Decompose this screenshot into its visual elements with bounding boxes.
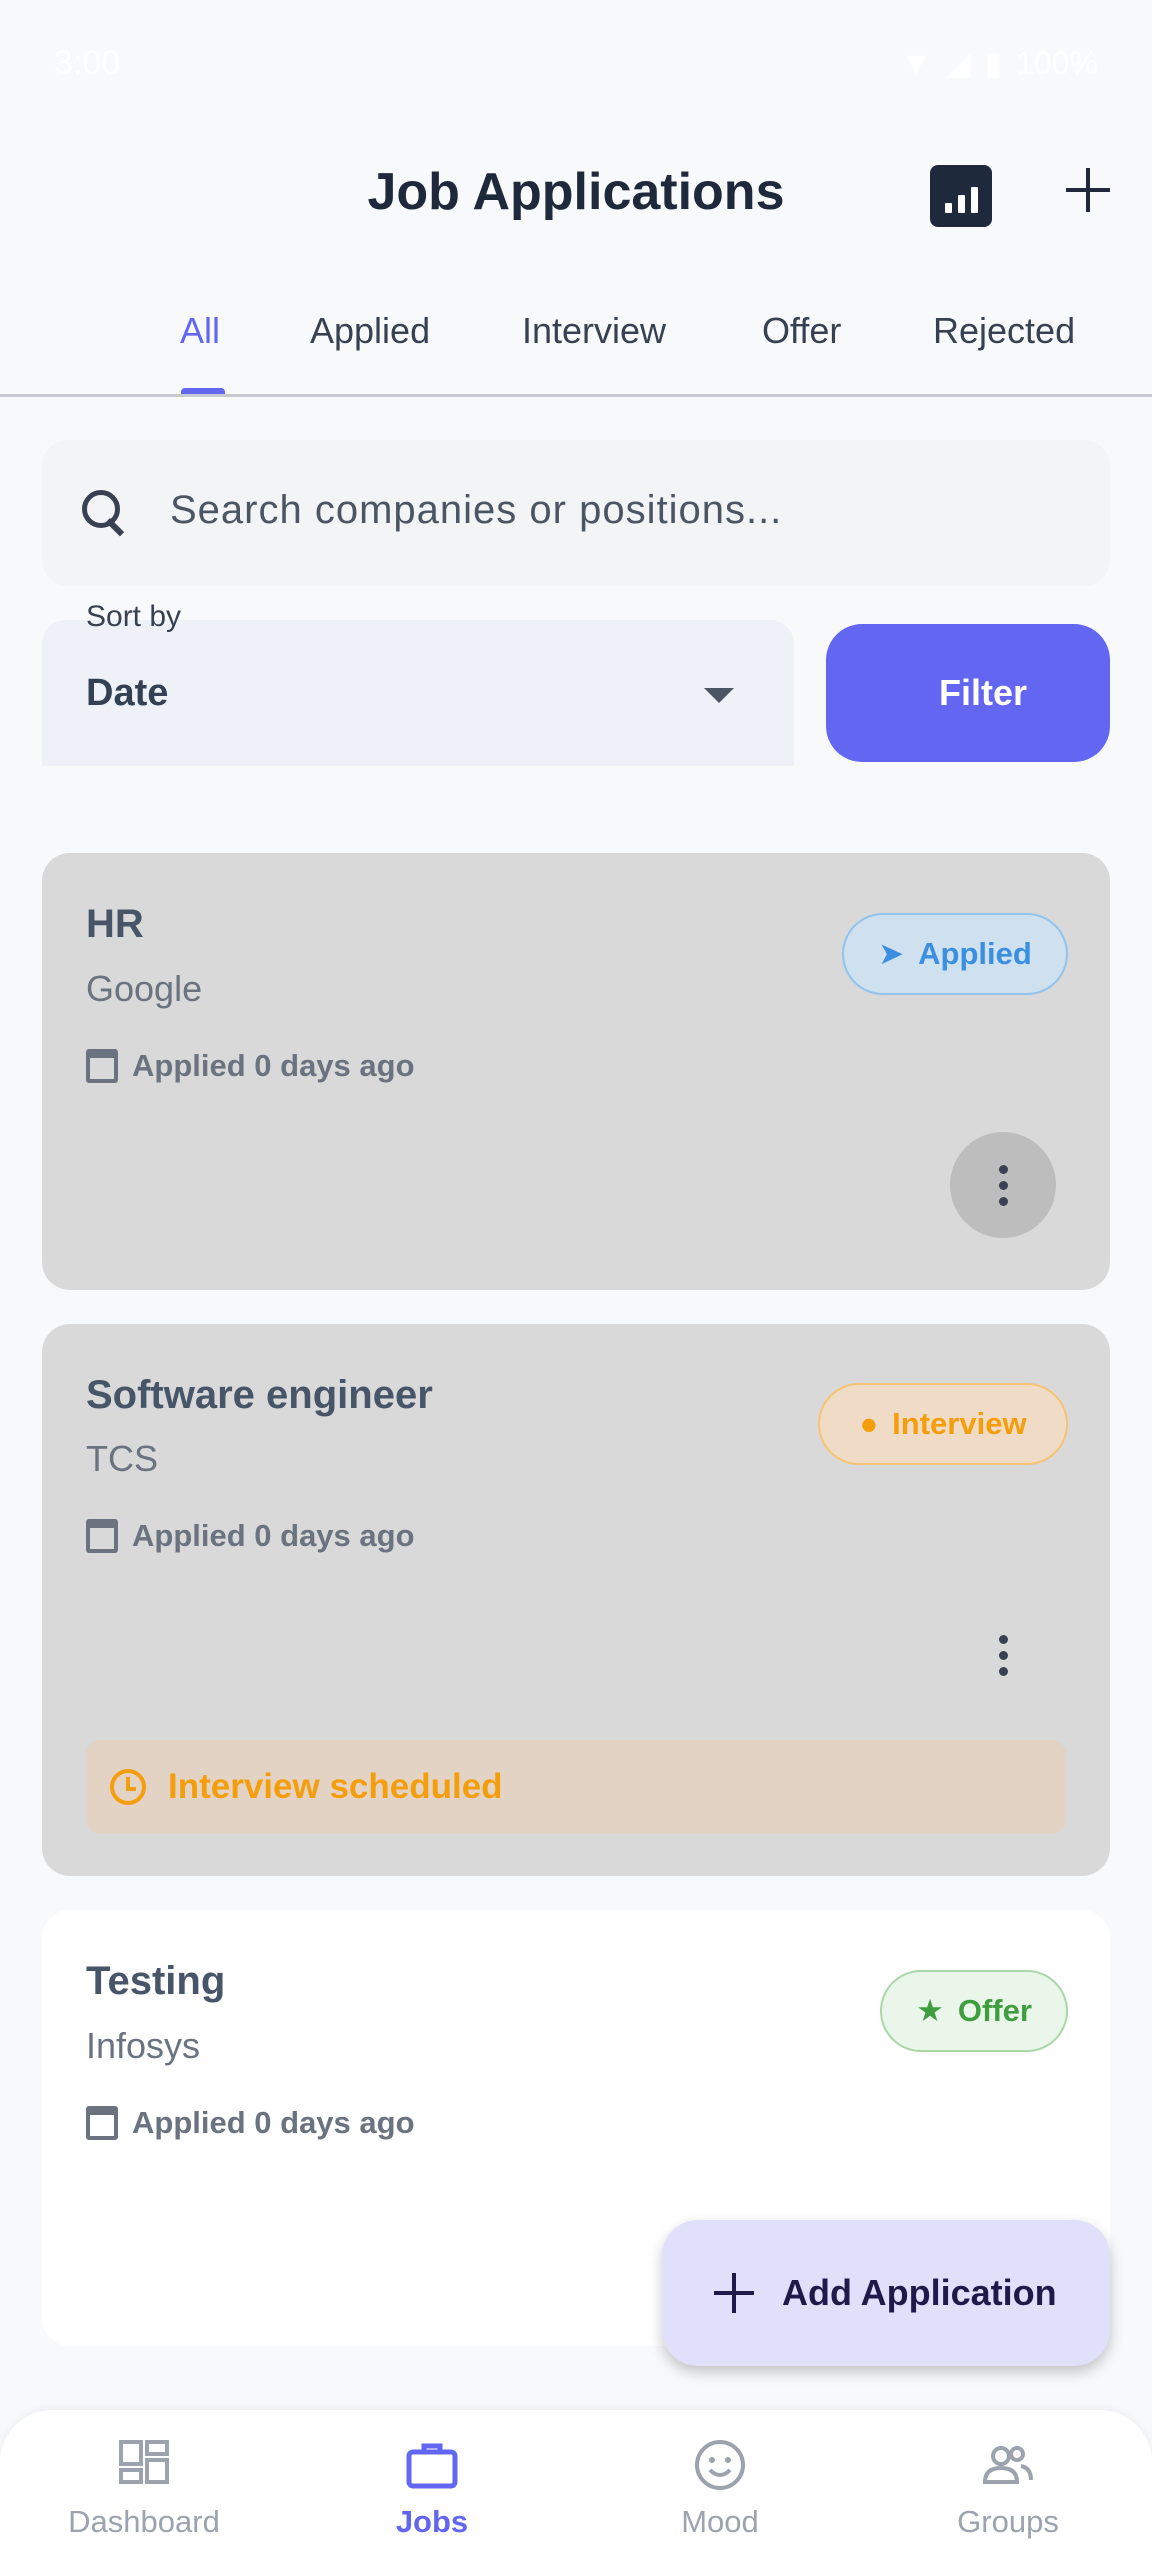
battery-level: 100% xyxy=(1016,44,1098,81)
add-application-label: Add Application xyxy=(782,2272,1057,2313)
card-company: TCS xyxy=(86,1438,158,1479)
sort-label: Sort by xyxy=(86,600,182,633)
calendar-icon xyxy=(86,1519,118,1553)
tab-all[interactable]: All xyxy=(180,310,220,352)
status-badge: ➤ Applied xyxy=(842,913,1068,995)
smiley-icon xyxy=(695,2440,745,2490)
more-options-button[interactable] xyxy=(950,1132,1056,1238)
status-badge: ★ Offer xyxy=(880,1970,1068,2052)
sort-value: Date xyxy=(86,672,169,714)
status-bar: 3:00 ▼ ◢ ▮ 100% xyxy=(0,0,1152,130)
search-placeholder: Search companies or positions... xyxy=(170,488,783,532)
person-icon: ● xyxy=(859,1406,879,1441)
status-text: Offer xyxy=(957,1993,1032,2028)
clock-icon xyxy=(110,1769,146,1805)
calendar-icon xyxy=(86,1049,118,1083)
nav-dashboard[interactable]: Dashboard xyxy=(24,2438,264,2540)
plus-icon xyxy=(714,2273,754,2313)
dashboard-icon xyxy=(119,2440,169,2484)
nav-label: Dashboard xyxy=(68,2504,220,2539)
card-company: Infosys xyxy=(86,2025,201,2066)
briefcase-icon xyxy=(406,2443,458,2489)
people-icon xyxy=(982,2446,1033,2484)
add-application-button[interactable]: Add Application xyxy=(662,2220,1110,2366)
card-title: Software engineer xyxy=(86,1373,433,1417)
status-text: Interview xyxy=(892,1406,1027,1441)
applied-text: Applied 0 days ago xyxy=(132,2105,415,2140)
filter-button[interactable]: Filter xyxy=(826,624,1110,762)
plus-icon[interactable] xyxy=(1058,160,1118,220)
star-icon: ★ xyxy=(916,1993,944,2028)
nav-label: Mood xyxy=(681,2504,759,2539)
nav-label: Jobs xyxy=(395,2504,469,2539)
nav-mood[interactable]: Mood xyxy=(600,2438,840,2540)
nav-jobs[interactable]: Jobs xyxy=(312,2438,552,2540)
status-badge: ● Interview xyxy=(818,1383,1068,1465)
status-tabs: All Applied Interview Offer Rejected xyxy=(0,300,1152,396)
card-title: Testing xyxy=(86,1959,226,2003)
card-applied-date: Applied 0 days ago xyxy=(86,1518,415,1554)
battery-icon: ▮ xyxy=(984,45,1003,81)
interview-scheduled-banner: Interview scheduled xyxy=(86,1740,1066,1834)
card-company: Google xyxy=(86,968,203,1009)
card-applied-date: Applied 0 days ago xyxy=(86,2105,415,2141)
card-title: HR xyxy=(86,902,144,946)
tab-interview[interactable]: Interview xyxy=(522,310,666,352)
nav-groups[interactable]: Groups xyxy=(888,2438,1128,2540)
tabs-divider xyxy=(0,394,1152,397)
more-options-button[interactable] xyxy=(950,1602,1056,1708)
status-time: 3:00 xyxy=(54,44,121,82)
tab-offer[interactable]: Offer xyxy=(762,310,841,352)
calendar-icon xyxy=(86,2106,118,2140)
applied-text: Applied 0 days ago xyxy=(132,1518,415,1553)
search-icon xyxy=(80,488,130,538)
send-icon: ➤ xyxy=(878,936,905,971)
bar-chart-icon[interactable] xyxy=(930,165,992,227)
tab-rejected[interactable]: Rejected xyxy=(933,310,1075,352)
tab-applied[interactable]: Applied xyxy=(310,310,430,352)
signal-icon: ◢ xyxy=(945,45,971,81)
applied-text: Applied 0 days ago xyxy=(132,1048,415,1083)
interview-note: Interview scheduled xyxy=(168,1767,503,1806)
status-icons: ▼ ◢ ▮ 100% xyxy=(900,44,1098,82)
bottom-navigation: Dashboard Jobs Mood Groups xyxy=(0,2410,1152,2560)
wifi-icon: ▼ xyxy=(900,44,932,81)
chevron-down-icon xyxy=(704,688,734,703)
status-text: Applied xyxy=(918,936,1032,971)
nav-label: Groups xyxy=(957,2504,1059,2539)
card-applied-date: Applied 0 days ago xyxy=(86,1048,415,1084)
